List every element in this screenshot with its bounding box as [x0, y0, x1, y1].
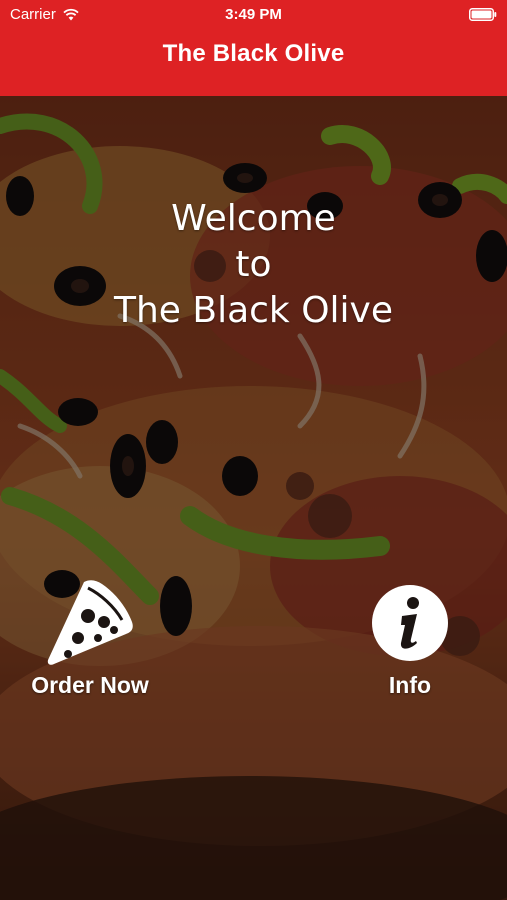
welcome-heading: Welcome to The Black Olive: [0, 196, 507, 334]
pizza-slice-icon: [44, 576, 136, 670]
top-bar: Carrier 3:49 PM The Black Olive: [0, 0, 507, 96]
welcome-line-1: Welcome: [171, 198, 336, 239]
info-icon: [370, 576, 450, 670]
order-now-label: Order Now: [31, 672, 149, 698]
status-time: 3:49 PM: [225, 6, 282, 23]
page-title: The Black Olive: [162, 40, 345, 67]
order-now-button[interactable]: Order Now: [20, 576, 160, 699]
app-screen: Carrier 3:49 PM The Black Olive Welcome …: [0, 0, 507, 900]
info-button[interactable]: Info: [350, 576, 470, 699]
welcome-line-3: The Black Olive: [113, 290, 394, 331]
battery-icon: [469, 8, 497, 21]
info-label: Info: [388, 672, 432, 698]
status-bar: Carrier 3:49 PM: [0, 0, 507, 30]
welcome-line-2: to: [235, 244, 272, 285]
